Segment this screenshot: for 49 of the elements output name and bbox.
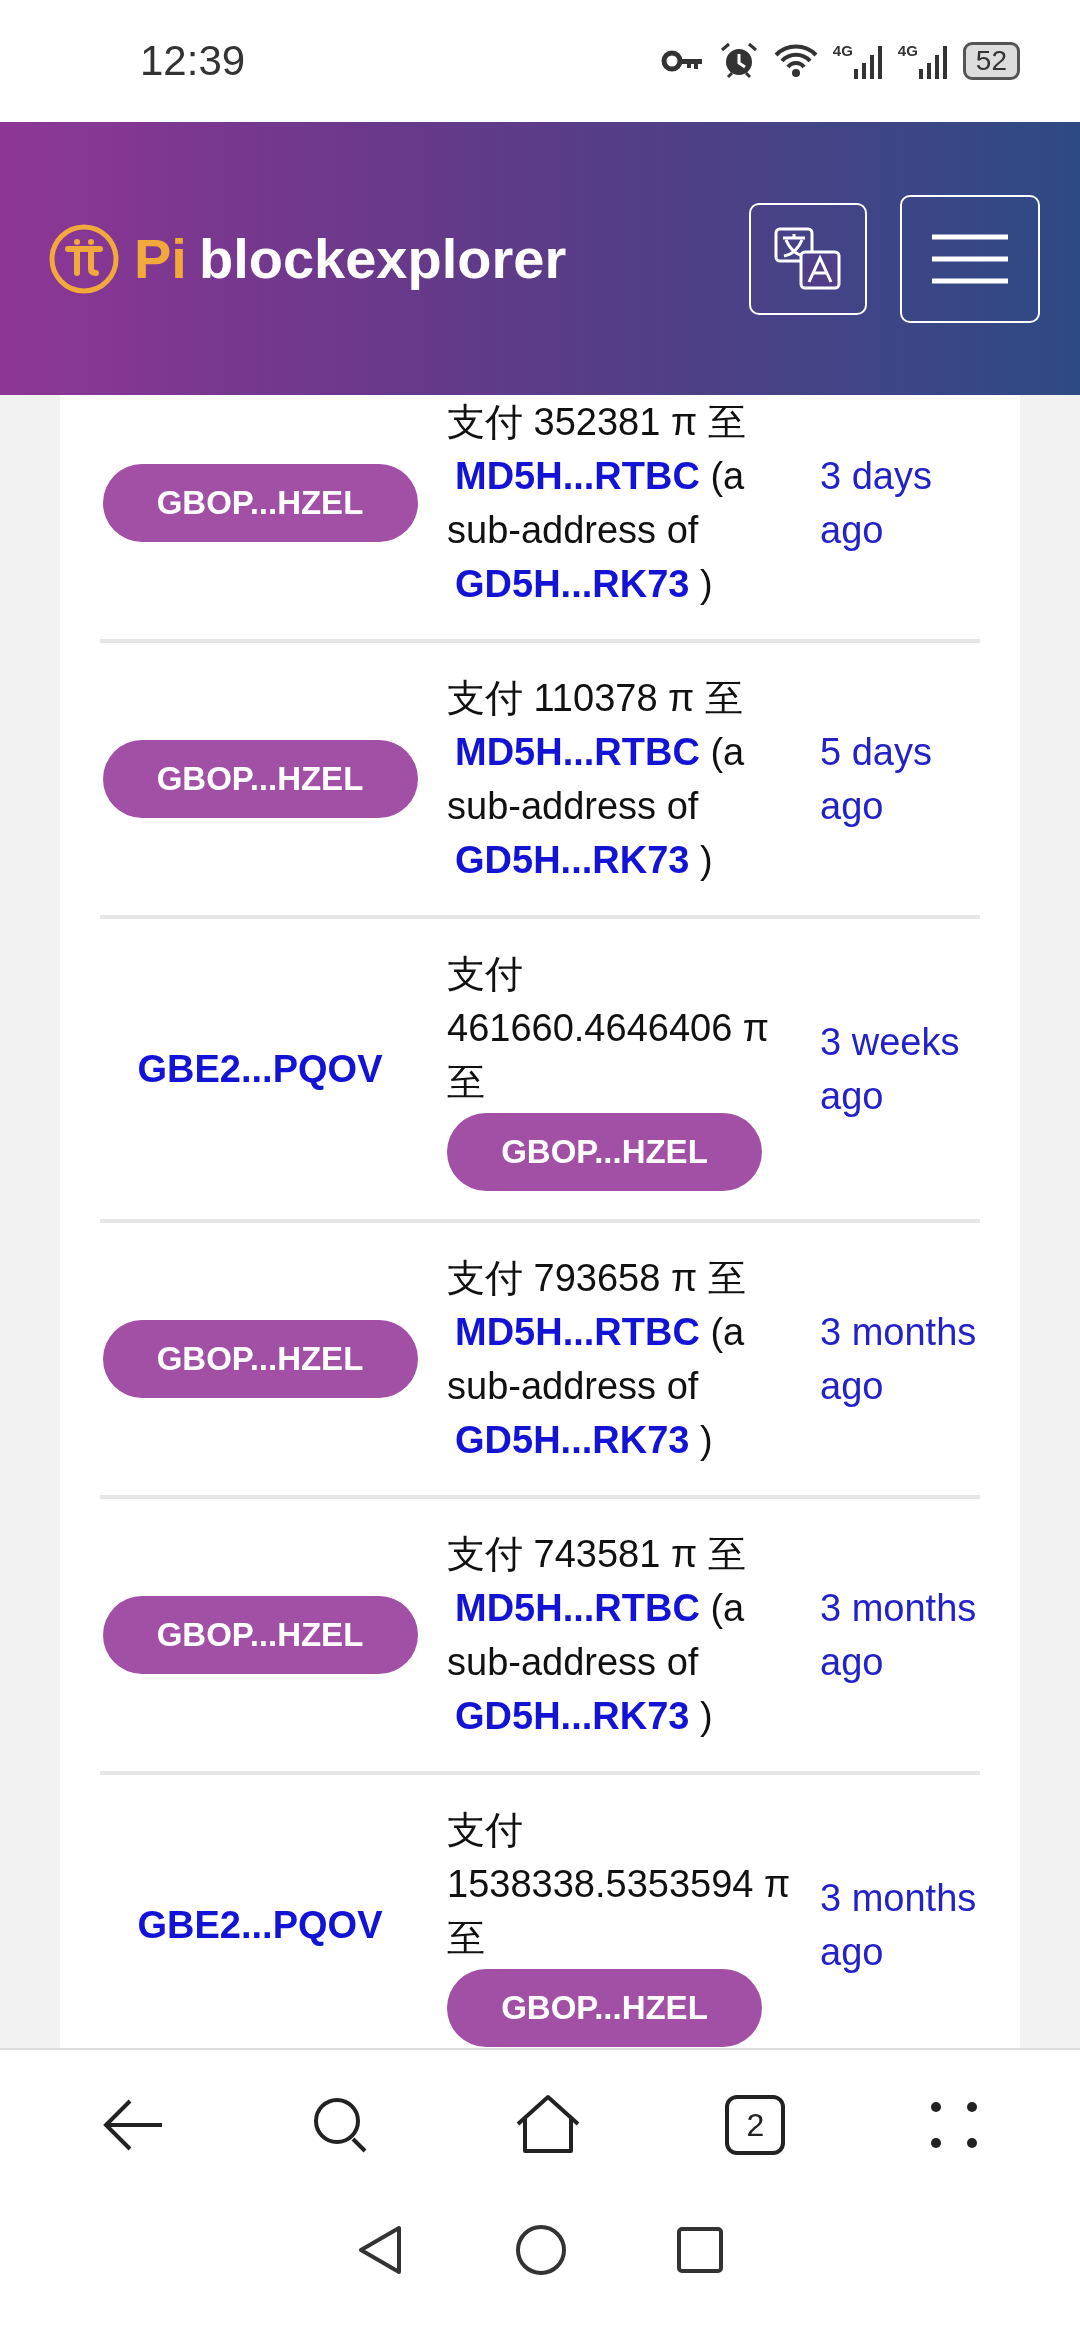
address-link[interactable]: GD5H...RK73 (455, 1695, 690, 1737)
address-badge[interactable]: GBOP...HZEL (102, 464, 418, 542)
logo-text: Pi (134, 226, 187, 291)
menu-button[interactable] (900, 194, 1040, 323)
address-link[interactable]: GD5H...RK73 (455, 563, 690, 605)
translate-icon (773, 225, 843, 292)
payment-description: 支付 352381 π 至 MD5H...RTBC (a sub-address of GD5H...RK73 ) (447, 400, 747, 607)
recents-square-icon[interactable] (677, 2227, 723, 2273)
address-link[interactable]: MD5H...RTBC (455, 731, 700, 773)
address-link[interactable]: GBE2...PQOV (137, 1903, 383, 1947)
home-icon[interactable] (514, 2094, 581, 2156)
menu-icon (930, 232, 1010, 285)
key-icon (660, 48, 705, 74)
payment-description: 支付 461660.4646406 π 至 (447, 952, 771, 1105)
logo-text: blockexplorer (198, 226, 567, 291)
pi-logo-icon (48, 222, 120, 295)
address-badge[interactable]: GBOP...HZEL (447, 1969, 762, 2047)
alarm-icon (718, 41, 759, 81)
translate-button[interactable] (749, 202, 867, 315)
address-link[interactable]: MD5H...RTBC (455, 455, 700, 497)
network-label: 4G (832, 43, 853, 58)
address-badge[interactable]: GBOP...HZEL (102, 1596, 418, 1674)
address-link[interactable]: MD5H...RTBC (455, 1587, 700, 1629)
time-ago: 3 weeks ago (820, 1021, 960, 1117)
address-badge[interactable]: GBOP...HZEL (447, 1113, 762, 1191)
clock-time: 12:39 (140, 37, 246, 85)
tab-count[interactable]: 2 (725, 2095, 786, 2155)
payment-description: 支付 743581 π 至 MD5H...RTBC (a sub-address of GD5H...RK73 ) (447, 1532, 747, 1739)
time-ago: 3 months ago (820, 1877, 977, 1973)
address-badge[interactable]: GBOP...HZEL (102, 1320, 418, 1398)
payment-description: 支付 110378 π 至 MD5H...RTBC (a sub-address of GD5H...RK73 ) (447, 676, 746, 883)
address-link[interactable]: MD5H...RTBC (455, 1311, 700, 1353)
time-ago: 3 months ago (820, 1587, 977, 1683)
payment-description: 支付 1538338.5353594 π 至 (447, 1808, 792, 1961)
payment-description: 支付 793658 π 至 MD5H...RTBC (a sub-address of GD5H...RK73 ) (447, 1256, 747, 1463)
signal-icon (918, 43, 949, 79)
network-label: 4G (897, 43, 918, 58)
time-ago: 3 days ago (820, 455, 932, 551)
time-ago: 5 days ago (820, 731, 932, 827)
time-ago: 3 months ago (820, 1311, 977, 1407)
more-icon[interactable] (929, 2101, 978, 2149)
address-link[interactable]: GD5H...RK73 (455, 839, 690, 881)
signal-icon (853, 43, 884, 79)
battery-level: 52 (962, 42, 1020, 80)
wifi-icon (772, 43, 819, 79)
address-link[interactable]: GBE2...PQOV (137, 1047, 383, 1091)
home-circle-icon[interactable] (515, 2224, 567, 2276)
address-badge[interactable]: GBOP...HZEL (102, 740, 418, 818)
address-link[interactable]: GD5H...RK73 (455, 1419, 690, 1461)
